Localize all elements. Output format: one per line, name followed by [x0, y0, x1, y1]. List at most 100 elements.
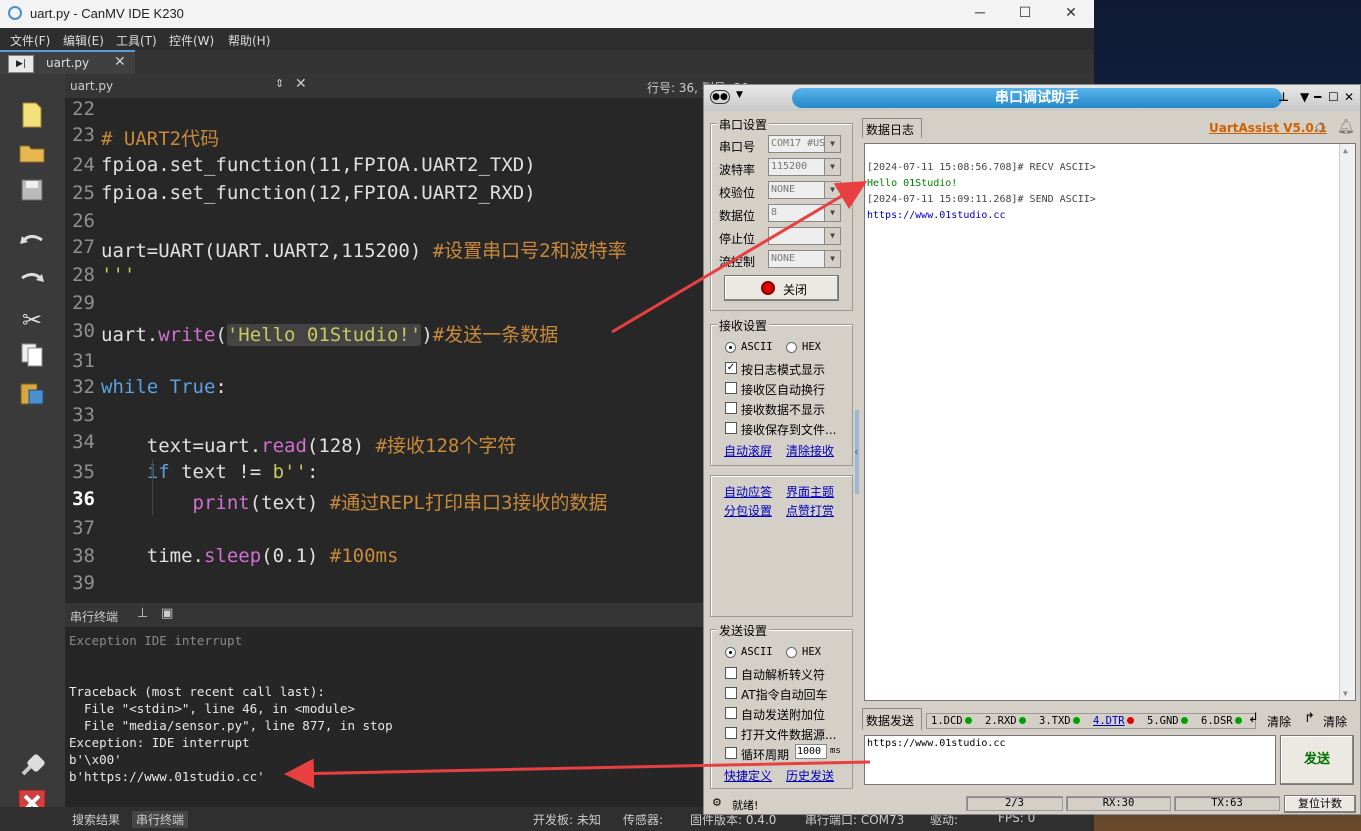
menu-file[interactable]: 文件(F)	[10, 32, 50, 49]
recv-option-checkbox[interactable]	[725, 422, 737, 434]
maximize-icon[interactable]: ☐	[1015, 4, 1035, 21]
send-hex-radio[interactable]	[786, 647, 797, 658]
connect-icon[interactable]	[14, 750, 50, 782]
collapse-panel-icon[interactable]: ‹	[854, 445, 858, 458]
reset-count-button[interactable]: 复位计数	[1284, 795, 1356, 813]
receive-log-area[interactable]: ▲ ▼ [2024-07-11 15:08:56.708]# RECV ASCI…	[864, 143, 1356, 701]
log-line: [2024-07-11 15:08:56.708]# RECV ASCII>	[867, 162, 1096, 173]
clear-log-arrow-icon[interactable]: ↱	[1304, 711, 1315, 726]
send-option-checkbox[interactable]	[725, 727, 737, 739]
minimize-icon[interactable]: ─	[970, 4, 990, 20]
send-option-checkbox[interactable]	[725, 667, 737, 679]
clear-send-arrow-icon[interactable]: ↲	[1248, 711, 1259, 726]
undo-icon[interactable]	[14, 228, 50, 260]
cycle-period-input[interactable]: 1000	[795, 744, 827, 759]
pin-led-icon	[1018, 717, 1026, 724]
clear-send-button[interactable]: 清除	[1267, 713, 1291, 730]
reward-link[interactable]: 点赞打赏	[786, 502, 834, 519]
parity-select[interactable]: NONE ▼	[768, 181, 841, 199]
ua-maximize-icon[interactable]: ☐	[1328, 90, 1339, 104]
save-icon[interactable]	[14, 178, 50, 210]
clear-receive-link[interactable]: 清除接收	[786, 442, 834, 459]
pin-indicator[interactable]: 1.DCD	[931, 715, 972, 727]
pin-indicator[interactable]: 4.DTR	[1093, 715, 1134, 727]
serial-terminal-tab[interactable]: 串行终端	[132, 811, 189, 828]
code-text: '''	[101, 264, 136, 286]
left-toolbar: ✂	[0, 74, 65, 831]
send-input[interactable]: https://www.01studio.cc	[864, 735, 1276, 785]
tab-label: uart.py	[46, 56, 90, 70]
send-option-label: 循环周期	[741, 748, 790, 762]
search-results-tab[interactable]: 搜索结果	[72, 811, 120, 828]
redo-icon[interactable]	[14, 266, 50, 298]
recv-hex-radio[interactable]	[786, 342, 797, 353]
line-number: 30	[72, 320, 95, 342]
send-button[interactable]: 发送	[1280, 735, 1354, 785]
copy-icon[interactable]	[14, 342, 50, 374]
pin-icon[interactable]: ⊥	[1278, 90, 1289, 104]
paste-icon[interactable]	[14, 380, 50, 412]
cut-icon[interactable]: ✂	[14, 304, 50, 336]
new-file-icon[interactable]	[14, 102, 50, 134]
send-option-label: AT指令自动回车	[741, 688, 828, 702]
pin-indicator[interactable]: 6.DSR	[1201, 715, 1242, 727]
line-number: 33	[72, 404, 95, 426]
menu-edit[interactable]: 编辑(E)	[63, 32, 104, 49]
menu-widgets[interactable]: 控件(W)	[169, 32, 214, 49]
ua-menu-icon[interactable]: ▼	[1300, 90, 1309, 104]
close-port-button[interactable]: 关闭	[724, 275, 839, 301]
menu-help[interactable]: 帮助(H)	[228, 32, 270, 49]
send-option-checkbox[interactable]	[725, 687, 737, 699]
stopbits-select[interactable]: ▼	[768, 227, 841, 245]
cycle-unit: ms	[830, 746, 841, 756]
send-option-checkbox[interactable]	[725, 747, 737, 759]
line-number: 25	[72, 182, 95, 204]
log-scrollbar[interactable]: ▲ ▼	[1339, 144, 1355, 700]
ide-title-bar: uart.py - CanMV IDE K230 ─ ☐ ✕	[0, 0, 1094, 28]
history-send-link[interactable]: 历史发送	[786, 767, 834, 784]
ua-close-icon[interactable]: ✕	[1344, 90, 1354, 104]
auto-reply-link[interactable]: 自动应答	[724, 483, 772, 500]
send-tab[interactable]: 数据发送	[862, 708, 922, 730]
sensor-status: 传感器:	[623, 813, 664, 827]
line-number: 37	[72, 517, 95, 539]
recv-ascii-radio[interactable]	[725, 342, 736, 353]
clear-log-button[interactable]: 清除	[1323, 713, 1347, 730]
baud-select[interactable]: 115200 ▼	[768, 158, 841, 176]
auto-scroll-link[interactable]: 自动滚屏	[724, 442, 772, 459]
menu-tools[interactable]: 工具(T)	[116, 32, 157, 49]
bell-icon[interactable]: 🔔︎	[1337, 119, 1355, 135]
recv-option-checkbox[interactable]	[725, 402, 737, 414]
recv-option-checkbox[interactable]	[725, 382, 737, 394]
flow-select[interactable]: NONE ▼	[768, 250, 841, 268]
terminal-clear-icon[interactable]: ⊥	[137, 606, 148, 621]
ua-app-icon: ●●	[710, 90, 730, 104]
shortcut-link[interactable]: 快捷定义	[724, 767, 772, 784]
ua-menu-dropdown-icon[interactable]: ▼	[736, 90, 743, 100]
terminal-save-icon[interactable]: ▣	[161, 606, 173, 621]
diamond-icon[interactable]: ◇	[1315, 119, 1326, 135]
pin-indicator[interactable]: 2.RXD	[985, 715, 1026, 727]
line-number: 39	[72, 572, 95, 594]
pin-indicator[interactable]: 5.GND	[1147, 715, 1188, 727]
brand-link[interactable]: UartAssist V5.0.1	[1209, 121, 1327, 135]
receive-settings-group: 接收设置 ASCII HEX ✓ 按日志模式显示 接收区自动换行 接收数据不显示 接收保…	[710, 317, 853, 466]
close-icon[interactable]: ✕	[1061, 4, 1081, 21]
open-folder-icon[interactable]	[14, 140, 50, 172]
send-option-label: 自动解析转义符	[741, 668, 826, 682]
packet-settings-link[interactable]: 分包设置	[724, 502, 772, 519]
send-option-checkbox[interactable]	[725, 707, 737, 719]
board-status: 开发板: 未知	[533, 813, 601, 827]
editor-close-icon[interactable]: ✕	[295, 76, 307, 92]
port-select[interactable]: COM17 #US ▼	[768, 135, 841, 153]
theme-link[interactable]: 界面主题	[786, 483, 834, 500]
send-ascii-radio[interactable]	[725, 647, 736, 658]
tab-uart-py[interactable]: ▶| uart.py ✕	[0, 50, 135, 74]
file-selector-arrows-icon[interactable]: ⇕	[275, 77, 284, 90]
pin-indicator[interactable]: 3.TXD	[1039, 715, 1080, 727]
recv-option-checkbox[interactable]: ✓	[725, 362, 737, 374]
log-tab[interactable]: 数据日志	[862, 118, 922, 138]
ua-minimize-icon[interactable]: ━	[1314, 90, 1321, 104]
databits-select[interactable]: 8 ▼	[768, 204, 841, 222]
tab-close-icon[interactable]: ✕	[114, 54, 126, 70]
